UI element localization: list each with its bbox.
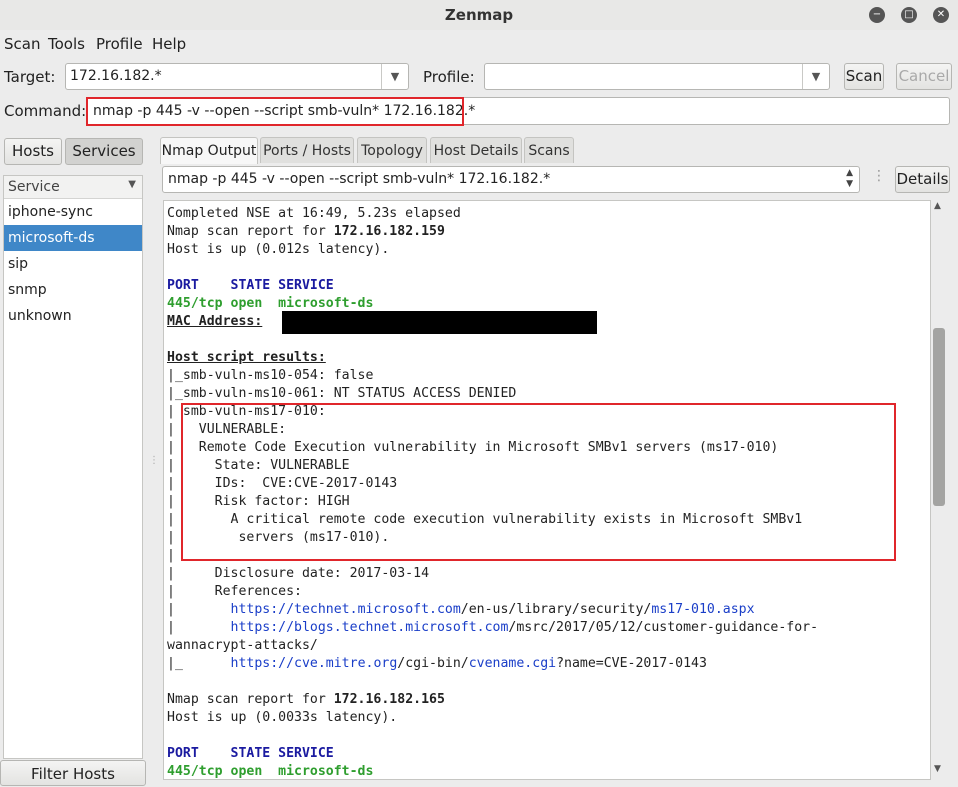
command-highlight-box [86, 97, 464, 126]
close-icon[interactable]: ✕ [933, 7, 949, 23]
output-line: Nmap scan report for 172.16.182.165 [167, 692, 445, 707]
menu-help[interactable]: Help [152, 35, 186, 53]
output-line: | Disclosure date: 2017-03-14 [167, 566, 430, 581]
minimize-icon[interactable]: − [869, 7, 885, 23]
profile-label: Profile: [423, 68, 475, 86]
output-selector-text: nmap -p 445 -v --open --script smb-vuln*… [168, 171, 551, 187]
open-port-line: 445/tcp open microsoft-ds [167, 764, 374, 779]
output-line: Host is up (0.0033s latency). [167, 710, 398, 725]
service-header-label: Service [8, 179, 60, 195]
maximize-icon[interactable]: □ [901, 7, 917, 23]
chevron-down-icon[interactable]: ▼ [381, 64, 408, 89]
target-label: Target: [4, 68, 56, 86]
splitter-grip-icon[interactable]: ⋮ [149, 455, 159, 466]
output-line: |_smb-vuln-ms10-054: false [167, 368, 374, 383]
scroll-up-icon[interactable]: ▲ [934, 201, 941, 211]
sort-arrow-icon[interactable]: ▼ [128, 179, 136, 190]
menu-scan[interactable]: Scan [4, 35, 40, 53]
host-script-results-heading: Host script results: [167, 350, 326, 365]
output-scan-selector[interactable]: nmap -p 445 -v --open --script smb-vuln*… [162, 166, 860, 193]
title-bar: Zenmap − □ ✕ [0, 0, 958, 30]
port-table-header: PORT STATE SERVICE [167, 278, 334, 293]
grip-icon: ⋮ [872, 168, 886, 184]
output-line: | References: [167, 584, 302, 599]
vulnerability-highlight-box [181, 403, 896, 561]
output-line: | [167, 548, 175, 563]
target-combo[interactable]: 172.16.182.* ▼ [65, 63, 409, 90]
reference-link[interactable]: https://blogs.technet.microsoft.com [231, 620, 509, 635]
tab-host-details[interactable]: Host Details [430, 137, 522, 163]
menu-bar: Scan Tools Profile Help [0, 30, 958, 58]
reference-line: | https://technet.microsoft.com/en-us/li… [167, 602, 755, 617]
cancel-button[interactable]: Cancel [896, 63, 952, 90]
chevron-down-icon[interactable]: ▼ [802, 64, 829, 89]
mac-address-label: MAC Address: [167, 314, 263, 329]
tab-scans[interactable]: Scans [524, 137, 574, 163]
list-item[interactable]: microsoft-ds [4, 225, 142, 251]
reference-link[interactable]: https://technet.microsoft.com [231, 602, 461, 617]
menu-tools[interactable]: Tools [48, 35, 85, 53]
target-input[interactable]: 172.16.182.* [70, 68, 162, 84]
redacted-mac-address [282, 311, 597, 334]
output-line: Completed NSE at 16:49, 5.23s elapsed [167, 206, 461, 221]
hosts-button[interactable]: Hosts [4, 138, 62, 165]
profile-combo[interactable]: ▼ [484, 63, 830, 90]
output-scrollbar[interactable]: ▲ ▼ [931, 200, 947, 780]
service-column-header[interactable]: Service ▼ [4, 176, 142, 199]
reference-line: | https://blogs.technet.microsoft.com/ms… [167, 620, 819, 635]
services-list[interactable]: Service ▼ iphone-sync microsoft-ds sip s… [3, 175, 143, 759]
filter-hosts-button[interactable]: Filter Hosts [0, 760, 146, 786]
output-line: Host is up (0.012s latency). [167, 242, 390, 257]
list-item[interactable]: iphone-sync [4, 199, 142, 225]
reference-line: |_ https://cve.mitre.org/cgi-bin/cvename… [167, 656, 707, 671]
reference-link[interactable]: https://cve.mitre.org [231, 656, 398, 671]
output-line: Nmap scan report for 172.16.182.159 [167, 224, 445, 239]
list-item[interactable]: unknown [4, 303, 142, 329]
reference-link[interactable]: cvename.cgi [469, 656, 556, 671]
list-item[interactable]: sip [4, 251, 142, 277]
output-line: |_smb-vuln-ms10-061: NT STATUS ACCESS DE… [167, 386, 517, 401]
services-button[interactable]: Services [65, 138, 143, 165]
scan-button[interactable]: Scan [844, 63, 884, 90]
port-table-header: PORT STATE SERVICE [167, 746, 334, 761]
details-button[interactable]: Details [895, 166, 950, 193]
reference-link[interactable]: ms17-010.aspx [651, 602, 754, 617]
reference-line: wannacrypt-attacks/ [167, 638, 318, 653]
scroll-down-icon[interactable]: ▼ [934, 764, 941, 774]
command-label: Command: [4, 102, 87, 120]
tab-ports-hosts[interactable]: Ports / Hosts [260, 137, 354, 163]
menu-profile[interactable]: Profile [96, 35, 143, 53]
tab-nmap-output[interactable]: Nmap Output [160, 137, 258, 164]
tab-topology[interactable]: Topology [357, 137, 427, 163]
list-item[interactable]: snmp [4, 277, 142, 303]
spin-arrows-icon[interactable]: ▲ ▼ [846, 168, 853, 190]
scrollbar-thumb[interactable] [933, 328, 945, 506]
window-title: Zenmap [444, 6, 514, 24]
